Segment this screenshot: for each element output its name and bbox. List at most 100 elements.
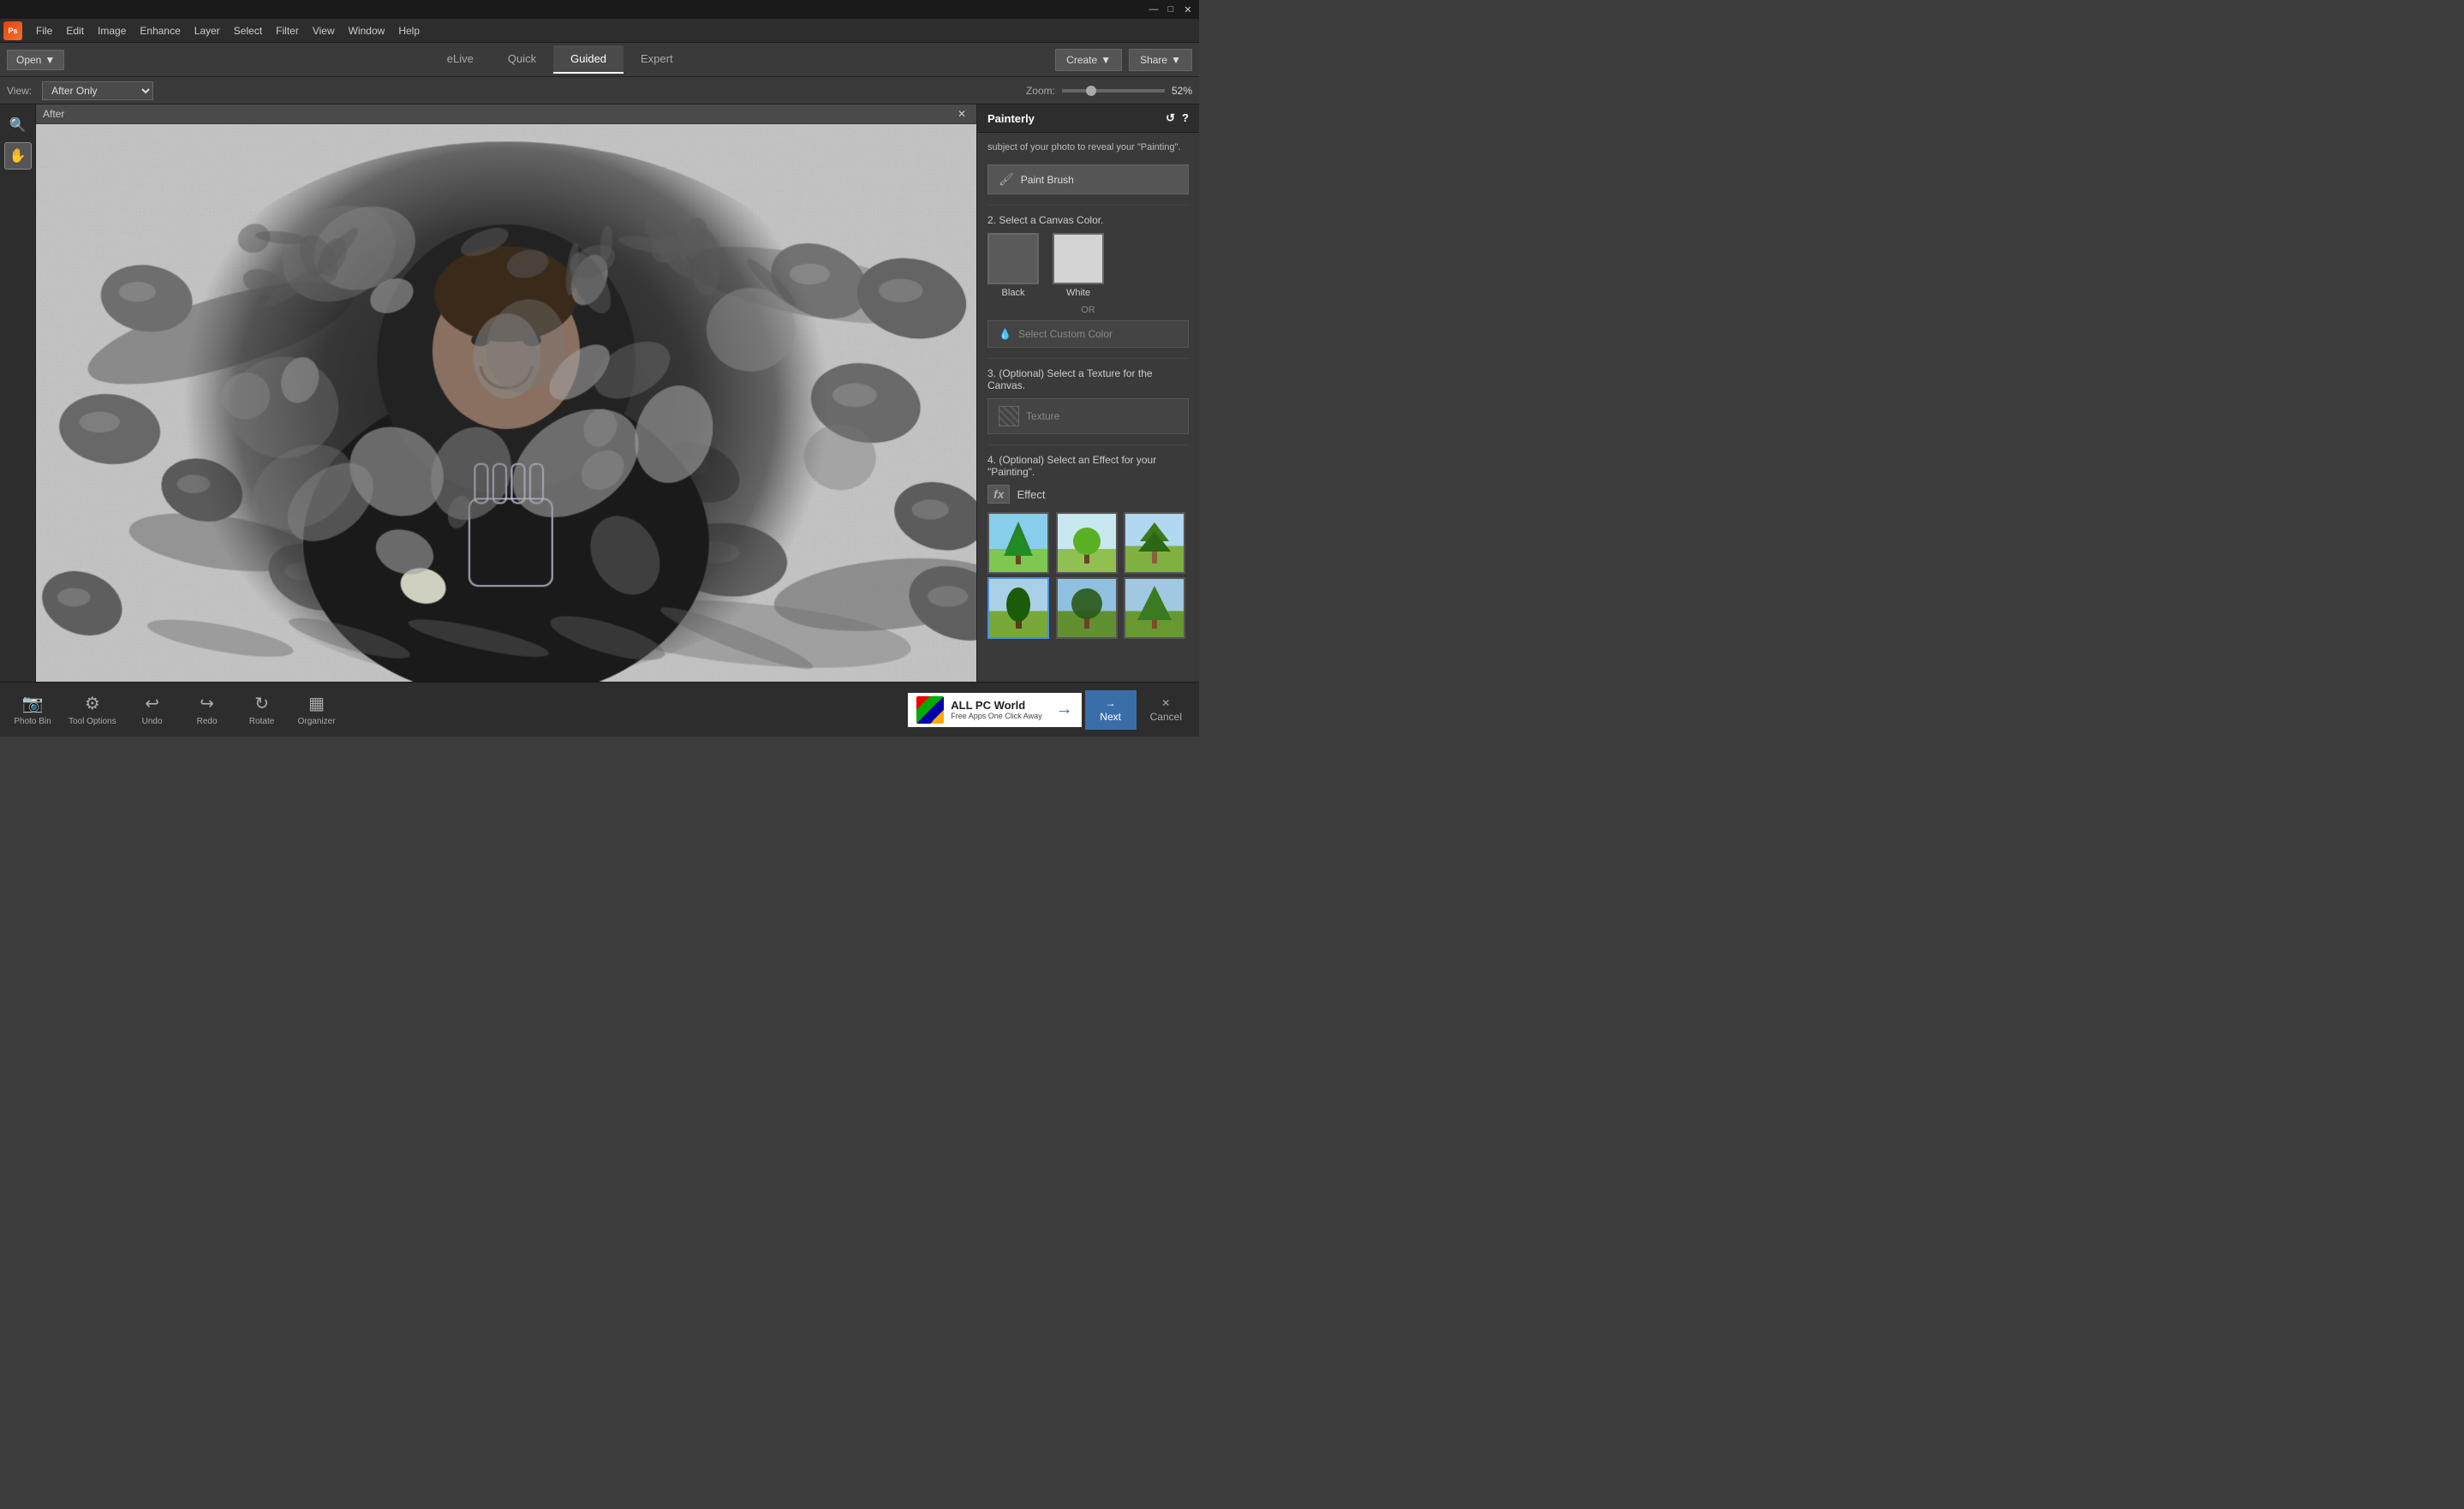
- allpcworld-text: ALL PC World Free Apps One Click Away: [951, 699, 1041, 720]
- effect-thumb-4[interactable]: [987, 577, 1049, 639]
- divider-2: [987, 358, 1189, 359]
- black-swatch[interactable]: [987, 233, 1039, 284]
- photo-bin-label: Photo Bin: [14, 717, 51, 726]
- create-arrow-icon: ▼: [1101, 54, 1111, 66]
- create-label: Create: [1066, 54, 1097, 66]
- menu-layer[interactable]: Layer: [188, 21, 227, 40]
- white-color-option[interactable]: White: [1053, 233, 1104, 298]
- zoom-label: Zoom:: [1026, 85, 1055, 97]
- search-icon: 🔍: [9, 116, 27, 134]
- undo-icon: ↩: [145, 693, 159, 714]
- texture-section: 3. (Optional) Select a Texture for the C…: [987, 367, 1189, 434]
- tree-svg-1: [997, 517, 1040, 569]
- cancel-label: Cancel: [1150, 711, 1182, 723]
- right-panel-title: Painterly: [987, 112, 1035, 125]
- allpcworld-badge[interactable]: ALL PC World Free Apps One Click Away →: [908, 693, 1081, 727]
- next-arrow-icon: →: [1106, 697, 1116, 709]
- effect-thumb-5[interactable]: [1056, 577, 1118, 639]
- share-label: Share: [1140, 54, 1167, 66]
- white-swatch[interactable]: [1053, 233, 1104, 284]
- allpcworld-logo: [916, 696, 944, 724]
- white-label: White: [1066, 288, 1090, 298]
- tree-svg-3: [1133, 517, 1176, 569]
- effect-thumb-1[interactable]: [987, 512, 1049, 574]
- bottom-bar: 📷 Photo Bin ⚙ Tool Options ↩ Undo ↪ Redo…: [0, 682, 1199, 737]
- search-tool-button[interactable]: 🔍: [4, 111, 32, 139]
- effect-label: Effect: [1017, 488, 1045, 501]
- effect-label-row: fx Effect: [987, 485, 1189, 504]
- paint-brush-label: Paint Brush: [1021, 174, 1074, 186]
- effect-section: 4. (Optional) Select an Effect for your …: [987, 454, 1189, 639]
- open-button[interactable]: Open ▼: [7, 50, 64, 70]
- zoom-slider[interactable]: [1062, 89, 1165, 92]
- app-logo: Ps: [3, 21, 22, 40]
- divider-3: [987, 444, 1189, 445]
- select-custom-color-button[interactable]: 💧 Select Custom Color: [987, 320, 1189, 348]
- menu-file[interactable]: File: [29, 21, 59, 40]
- effect-thumb-6[interactable]: [1124, 577, 1185, 639]
- next-button[interactable]: → Next: [1085, 690, 1137, 730]
- rotate-label: Rotate: [249, 717, 274, 726]
- create-button[interactable]: Create ▼: [1055, 49, 1122, 71]
- help-icon[interactable]: ?: [1182, 111, 1189, 125]
- organizer-button[interactable]: ▦ Organizer: [291, 689, 343, 730]
- redo-icon: ↪: [200, 693, 214, 714]
- rotate-button[interactable]: ↻ Rotate: [236, 689, 288, 730]
- tree-svg-2: [1065, 517, 1108, 569]
- menu-enhance[interactable]: Enhance: [133, 21, 187, 40]
- menu-filter[interactable]: Filter: [269, 21, 306, 40]
- main-content: 🔍 ✋ After ✕ Painterly ↺ ? subject of you…: [0, 104, 1199, 682]
- zoom-value: 52%: [1172, 85, 1192, 97]
- rotate-icon: ↻: [254, 693, 269, 714]
- tab-guided[interactable]: Guided: [553, 45, 623, 74]
- menu-image[interactable]: Image: [91, 21, 133, 40]
- tool-options-button[interactable]: ⚙ Tool Options: [62, 689, 123, 730]
- menu-help[interactable]: Help: [391, 21, 427, 40]
- texture-button[interactable]: Texture: [987, 398, 1189, 434]
- menu-edit[interactable]: Edit: [59, 21, 91, 40]
- right-panel-header: Painterly ↺ ?: [977, 104, 1199, 133]
- menu-view[interactable]: View: [306, 21, 342, 40]
- tab-elive[interactable]: eLive: [430, 45, 491, 74]
- redo-button[interactable]: ↪ Redo: [182, 689, 233, 730]
- photo-bin-icon: 📷: [22, 693, 44, 714]
- next-label: Next: [1100, 711, 1121, 723]
- tab-quick[interactable]: Quick: [491, 45, 553, 74]
- menu-window[interactable]: Window: [342, 21, 392, 40]
- undo-button[interactable]: ↩ Undo: [127, 689, 178, 730]
- effect-thumb-3[interactable]: [1124, 512, 1185, 574]
- photo-bin-button[interactable]: 📷 Photo Bin: [7, 689, 58, 730]
- share-button[interactable]: Share ▼: [1129, 49, 1192, 71]
- photo-canvas: [36, 124, 976, 682]
- step3-label: 3. (Optional) Select a Texture for the C…: [987, 367, 1189, 391]
- paint-brush-button[interactable]: 🖌 Paint Brush: [987, 164, 1189, 194]
- tree-svg-6: [1133, 582, 1176, 634]
- texture-icon: [999, 406, 1019, 426]
- maximize-button[interactable]: □: [1163, 2, 1178, 17]
- view-select[interactable]: After Only Before Only Before & After - …: [42, 81, 153, 100]
- tree-svg-5: [1065, 582, 1108, 634]
- menu-select[interactable]: Select: [227, 21, 269, 40]
- open-arrow-icon: ▼: [45, 54, 55, 66]
- panel-description: subject of your photo to reveal your "Pa…: [987, 141, 1189, 154]
- refresh-icon[interactable]: ↺: [1166, 111, 1175, 125]
- undo-label: Undo: [142, 717, 163, 726]
- minimize-button[interactable]: —: [1146, 2, 1161, 17]
- close-button[interactable]: ✕: [1180, 2, 1196, 17]
- hand-tool-button[interactable]: ✋: [4, 142, 32, 170]
- effect-thumb-2[interactable]: [1056, 512, 1118, 574]
- step2-label: 2. Select a Canvas Color.: [987, 214, 1189, 226]
- black-color-option[interactable]: Black: [987, 233, 1039, 298]
- right-panel: Painterly ↺ ? subject of your photo to r…: [976, 104, 1199, 682]
- canvas-close-button[interactable]: ✕: [954, 108, 969, 120]
- effect-grid: [987, 512, 1189, 639]
- tab-expert[interactable]: Expert: [623, 45, 690, 74]
- cancel-button[interactable]: ✕ Cancel: [1140, 690, 1192, 730]
- main-toolbar: Open ▼ eLive Quick Guided Expert Create …: [0, 43, 1199, 77]
- black-label: Black: [1002, 288, 1025, 298]
- allpcworld-arrow-icon: →: [1056, 700, 1073, 719]
- canvas-label: After: [43, 108, 64, 120]
- tool-options-icon: ⚙: [85, 693, 100, 714]
- organizer-icon: ▦: [308, 693, 325, 714]
- or-divider: OR: [987, 305, 1189, 315]
